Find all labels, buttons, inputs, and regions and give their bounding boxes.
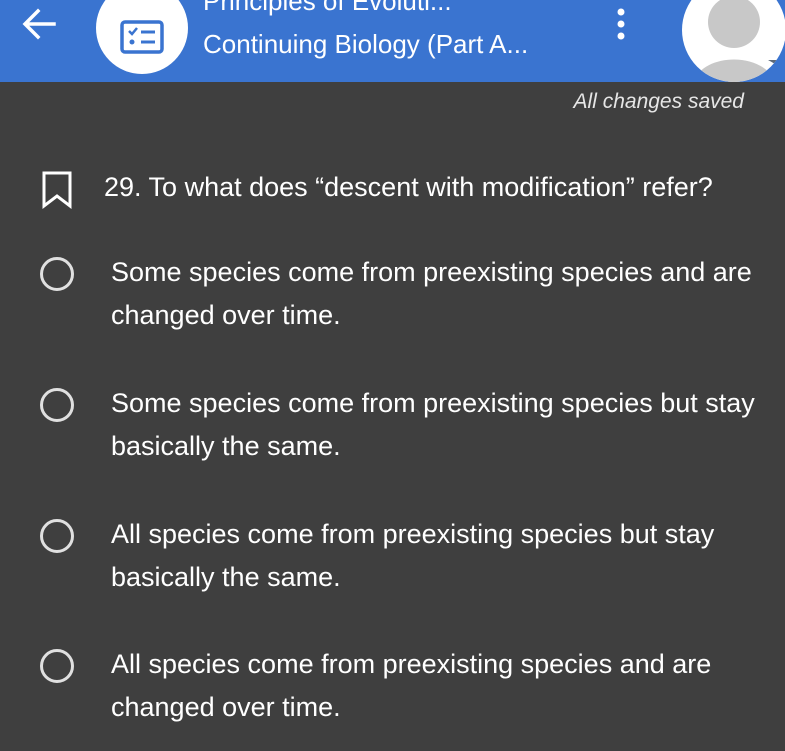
checklist-document-icon <box>120 20 164 54</box>
course-title-partial: Principles of Evoluti... <box>203 0 452 16</box>
answer-option-text: Some species come from preexisting speci… <box>111 388 755 461</box>
app-header: Principles of Evoluti... Continuing Biol… <box>0 0 785 82</box>
more-options-button[interactable] <box>604 6 638 46</box>
radio-unchecked-icon[interactable] <box>40 519 74 553</box>
user-avatar-icon <box>693 0 785 82</box>
radio-unchecked-icon[interactable] <box>40 257 74 291</box>
radio-unchecked-icon[interactable] <box>40 649 74 683</box>
answer-option[interactable]: Some species come from preexisting speci… <box>38 251 778 347</box>
arrow-left-icon <box>22 8 56 40</box>
question-header: 29. To what does “descent with modificat… <box>40 170 785 210</box>
back-button[interactable] <box>18 2 62 46</box>
question-text: 29. To what does “descent with modificat… <box>104 172 713 202</box>
radio-unchecked-icon[interactable] <box>40 388 74 422</box>
answer-option-text: Some species come from preexisting speci… <box>111 257 752 330</box>
answer-option[interactable]: All species come from preexisting specie… <box>38 643 778 739</box>
answer-option-text: All species come from preexisting specie… <box>111 649 712 722</box>
bookmark-outline-icon[interactable] <box>40 170 74 210</box>
save-status: All changes saved <box>573 90 744 113</box>
assignment-title: Continuing Biology (Part A... <box>203 29 529 59</box>
user-avatar[interactable] <box>682 0 785 82</box>
answer-option-text: All species come from preexisting specie… <box>111 519 715 592</box>
more-vertical-icon <box>617 8 625 40</box>
answer-option[interactable]: Some species come from preexisting speci… <box>38 382 778 478</box>
document-button[interactable] <box>96 0 188 74</box>
answer-option[interactable]: All species come from preexisting specie… <box>38 513 778 609</box>
